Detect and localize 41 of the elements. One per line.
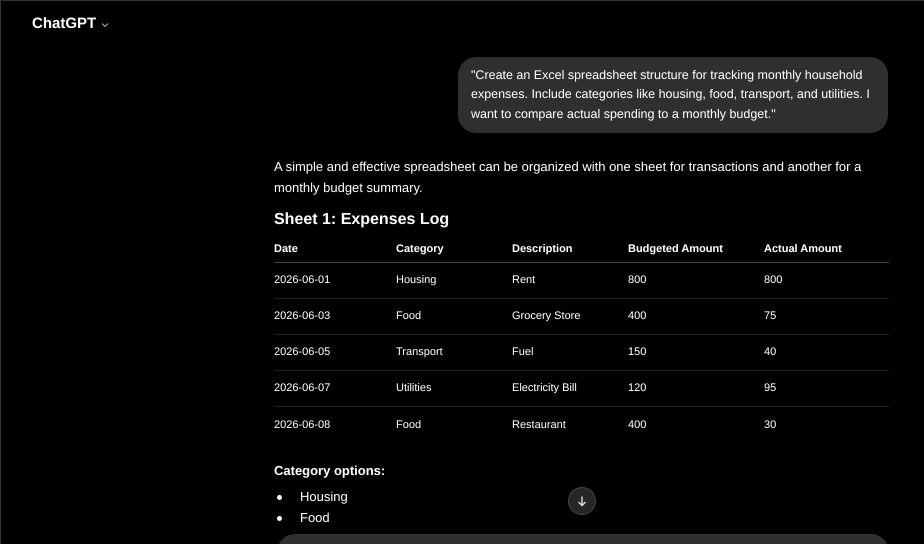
table-cell-text: 40 <box>764 345 778 360</box>
table-cell-text: Utilities <box>396 381 432 396</box>
column-header: Category <box>396 242 445 257</box>
table-cell-text: 800 <box>628 273 648 288</box>
list-item: Food <box>300 509 330 528</box>
table-cell-text: Rent <box>512 273 536 288</box>
table-cell-text: 2026-06-01 <box>274 273 332 288</box>
table-cell-text: Food <box>396 309 422 324</box>
table-cell-text: Electricity Bill <box>512 381 578 396</box>
column-header: Actual Amount <box>764 242 843 257</box>
list-item: Housing <box>300 488 348 506</box>
bullet-icon <box>277 494 282 500</box>
section-heading: Sheet 1: Expenses Log <box>274 210 450 230</box>
arrow-down-icon <box>576 495 588 507</box>
column-header: Budgeted Amount <box>628 242 724 257</box>
bullet-icon <box>277 516 282 520</box>
scroll-down-button[interactable] <box>568 487 596 515</box>
table-cell-text: Housing <box>396 273 438 288</box>
table-cell-text: Grocery Store <box>512 309 582 324</box>
table-cell-text: 120 <box>628 381 648 396</box>
table-cell-text: 800 <box>764 273 784 288</box>
table-cell-text: 2026-06-07 <box>274 381 332 396</box>
response-paragraph: A simple and effective spreadsheet can be organized with one sheet for transactions and another for a monthly budget summary. <box>274 158 862 197</box>
table-cell-text: 2026-06-05 <box>274 345 332 360</box>
column-header: Date <box>274 242 299 257</box>
column-header: Description <box>512 242 574 257</box>
list-heading: Category options: <box>274 462 386 480</box>
model-title[interactable]: ChatGPT <box>32 13 96 36</box>
table-cell-text: 400 <box>628 418 648 433</box>
table-cell-text: 150 <box>628 345 648 360</box>
table-cell-text: 75 <box>764 309 778 324</box>
table-cell-text: 95 <box>764 381 778 396</box>
table-cell-text: Transport <box>396 345 444 360</box>
table-cell-text: 2026-06-08 <box>274 418 332 433</box>
table-cell-text: 30 <box>764 418 778 433</box>
table-cell-text: 400 <box>628 309 648 324</box>
table-cell-text: Food <box>396 418 422 433</box>
table-cell-text: Fuel <box>512 345 534 360</box>
user-message: "Create an Excel spreadsheet structure for tracking monthly household expenses. Include categories like housing, food, transport, and utilities. I want to compare actual spending to a monthly budget." <box>458 56 888 133</box>
table-cell-text: 2026-06-03 <box>274 309 332 324</box>
table-cell-text: Restaurant <box>512 418 567 433</box>
